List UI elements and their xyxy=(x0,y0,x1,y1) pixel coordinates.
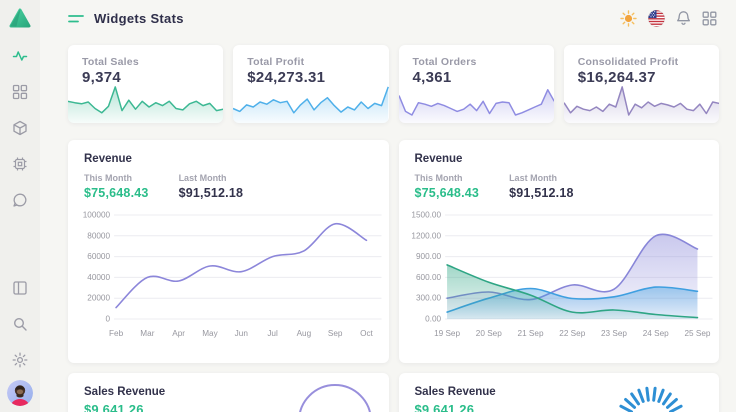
notifications-bell-icon[interactable] xyxy=(676,10,691,26)
sales-revenue-card-right: Sales Revenue $9,641.26 xyxy=(399,373,720,412)
last-month-block: Last Month $91,512.18 xyxy=(179,173,244,200)
user-avatar[interactable] xyxy=(7,380,33,406)
page-title: Widgets Stats xyxy=(94,11,184,26)
svg-text:1200.00: 1200.00 xyxy=(411,231,441,240)
svg-text:Mar: Mar xyxy=(140,329,154,338)
menu-toggle-icon[interactable] xyxy=(68,12,84,24)
card-title: Revenue xyxy=(415,153,704,165)
revenue-line-chart: 100000 80000 60000 40000 20000 0 Feb Mar Apr May J… xyxy=(68,207,389,359)
revenue-monthly-card: Revenue This Month $75,648.43 Last Month… xyxy=(68,140,389,363)
last-month-block: Last Month $91,512.18 xyxy=(509,173,574,200)
this-month-block: This Month $75,648.43 xyxy=(84,173,149,200)
revenue-daily-card: Revenue This Month $75,648.43 Last Month… xyxy=(399,140,720,363)
stat-label: Total Orders xyxy=(413,56,540,68)
stat-label: Total Sales xyxy=(82,56,209,68)
svg-text:60000: 60000 xyxy=(87,252,110,261)
svg-text:23 Sep: 23 Sep xyxy=(601,329,627,338)
svg-text:Feb: Feb xyxy=(109,329,124,338)
this-month-value: $75,648.43 xyxy=(84,186,149,200)
stat-label: Consolidated Profit xyxy=(578,56,705,68)
this-month-block: This Month $75,648.43 xyxy=(415,173,480,200)
svg-text:0: 0 xyxy=(105,315,110,324)
svg-text:May: May xyxy=(202,329,218,338)
this-month-label: This Month xyxy=(415,173,480,183)
sales-revenue-card-left: Sales Revenue $9,641.26 xyxy=(68,373,389,412)
svg-text:Oct: Oct xyxy=(360,329,373,338)
language-flag-icon[interactable] xyxy=(648,10,665,27)
theme-sun-icon[interactable] xyxy=(620,10,637,27)
header-actions xyxy=(620,10,719,27)
app-logo-icon[interactable] xyxy=(8,7,32,29)
this-month-label: This Month xyxy=(84,173,149,183)
apps-grid-icon[interactable] xyxy=(702,11,717,26)
stat-card-total-sales: Total Sales 9,374 xyxy=(68,45,223,123)
revenue-summary: This Month $75,648.43 Last Month $91,512… xyxy=(415,173,704,200)
sales-revenue-gauge-chart xyxy=(611,375,691,412)
svg-text:300.00: 300.00 xyxy=(415,294,441,303)
this-month-value: $75,648.43 xyxy=(415,186,480,200)
top-header: Widgets Stats xyxy=(68,0,719,36)
svg-text:100000: 100000 xyxy=(83,211,111,220)
sidebar-nav-bottom xyxy=(12,280,28,368)
dashboard-grid-icon[interactable] xyxy=(12,84,28,100)
last-month-value: $91,512.18 xyxy=(179,186,244,200)
svg-text:Jun: Jun xyxy=(235,329,249,338)
stat-card-total-orders: Total Orders 4,361 xyxy=(399,45,554,123)
svg-text:Sep: Sep xyxy=(328,329,343,338)
bottom-cards-row: Sales Revenue $9,641.26 Sales Revenue $9… xyxy=(68,373,719,412)
cube-icon[interactable] xyxy=(12,120,28,136)
main-content: Widgets Stats xyxy=(40,0,736,412)
revenue-area-chart: 1500.00 1200.00 900.00 600.00 300.00 0.00 19 S… xyxy=(399,207,720,359)
stat-card-total-profit: Total Profit $24,273.31 xyxy=(233,45,388,123)
last-month-label: Last Month xyxy=(179,173,244,183)
svg-text:900.00: 900.00 xyxy=(415,252,441,261)
revenue-summary: This Month $75,648.43 Last Month $91,512… xyxy=(84,173,373,200)
stat-label: Total Profit xyxy=(247,56,374,68)
svg-text:20000: 20000 xyxy=(87,294,110,303)
stat-card-consolidated-profit: Consolidated Profit $16,264.37 xyxy=(564,45,719,123)
settings-gear-icon[interactable] xyxy=(12,352,28,368)
sidebar xyxy=(0,0,40,412)
consolidated-profit-sparkline xyxy=(564,79,719,123)
revenue-charts-row: Revenue This Month $75,648.43 Last Month… xyxy=(68,140,719,363)
total-sales-sparkline xyxy=(68,79,223,123)
chat-icon[interactable] xyxy=(12,192,28,208)
search-icon[interactable] xyxy=(12,316,28,332)
svg-text:20 Sep: 20 Sep xyxy=(475,329,501,338)
last-month-label: Last Month xyxy=(509,173,574,183)
svg-text:22 Sep: 22 Sep xyxy=(559,329,585,338)
svg-text:Aug: Aug xyxy=(297,329,312,338)
svg-text:19 Sep: 19 Sep xyxy=(434,329,460,338)
activity-icon[interactable] xyxy=(12,48,28,64)
total-profit-sparkline xyxy=(233,79,388,123)
layout-panel-icon[interactable] xyxy=(12,280,28,296)
card-title: Revenue xyxy=(84,153,373,165)
svg-text:Apr: Apr xyxy=(172,329,185,338)
svg-text:80000: 80000 xyxy=(87,231,110,240)
chip-icon[interactable] xyxy=(12,156,28,172)
sales-revenue-donut-chart xyxy=(295,375,375,412)
stats-row: Total Sales 9,374 Total Profit $24,273.3… xyxy=(68,45,719,123)
svg-text:0.00: 0.00 xyxy=(425,315,441,324)
sidebar-nav-top xyxy=(12,48,28,208)
svg-text:600.00: 600.00 xyxy=(415,273,441,282)
svg-text:40000: 40000 xyxy=(87,273,110,282)
svg-text:Jul: Jul xyxy=(267,329,278,338)
svg-text:21 Sep: 21 Sep xyxy=(517,329,543,338)
total-orders-sparkline xyxy=(399,79,554,123)
svg-text:24 Sep: 24 Sep xyxy=(642,329,668,338)
svg-text:1500.00: 1500.00 xyxy=(411,211,441,220)
svg-text:25 Sep: 25 Sep xyxy=(684,329,710,338)
last-month-value: $91,512.18 xyxy=(509,186,574,200)
